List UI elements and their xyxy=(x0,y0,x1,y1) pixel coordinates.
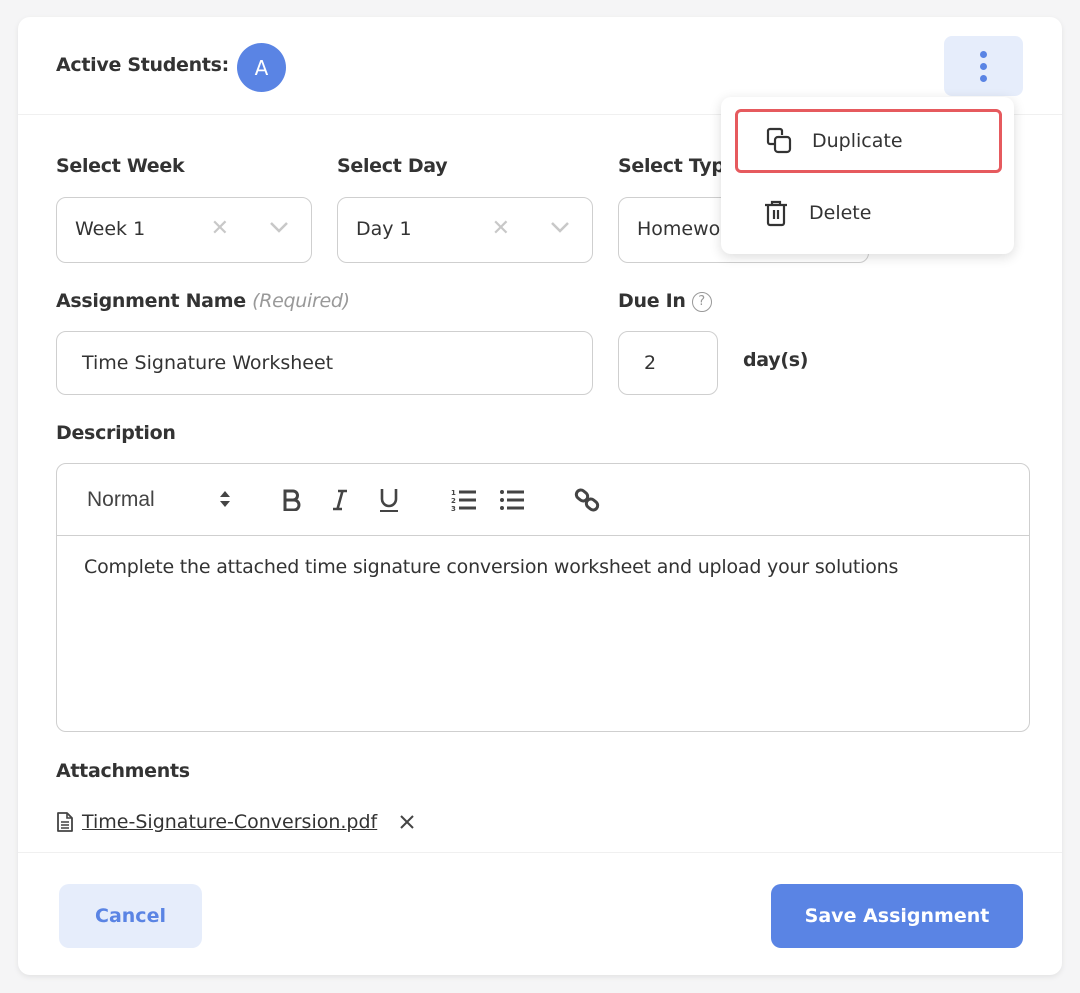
more-options-button[interactable] xyxy=(944,36,1023,96)
select-day-label: Select Day xyxy=(337,155,448,177)
select-day-value: Day 1 xyxy=(356,218,412,240)
bold-button[interactable] xyxy=(277,482,307,518)
trash-icon xyxy=(761,198,791,228)
save-assignment-button[interactable]: Save Assignment xyxy=(771,884,1023,948)
underline-button[interactable] xyxy=(374,482,404,518)
chevron-down-icon[interactable] xyxy=(550,220,570,234)
attachment-item: Time-Signature-Conversion.pdf xyxy=(56,807,415,837)
menu-item-delete-label: Delete xyxy=(809,202,872,224)
select-type-label: Select Type xyxy=(618,155,738,177)
editor-toolbar: Normal 1 2 3 xyxy=(57,464,1029,536)
due-in-label: Due In? xyxy=(618,290,712,312)
svg-text:2: 2 xyxy=(451,497,456,505)
cancel-button[interactable]: Cancel xyxy=(59,884,202,948)
ordered-list-icon: 1 2 3 xyxy=(451,489,476,512)
required-hint: (Required) xyxy=(252,290,350,312)
description-content[interactable]: Complete the attached time signature con… xyxy=(84,556,1009,578)
svg-text:3: 3 xyxy=(451,505,456,512)
link-icon xyxy=(574,488,600,512)
assignment-name-input[interactable]: Time Signature Worksheet xyxy=(56,331,593,395)
italic-icon xyxy=(333,489,347,511)
bullet-list-icon xyxy=(500,490,524,510)
due-in-unit: day(s) xyxy=(743,349,809,371)
ordered-list-button[interactable]: 1 2 3 xyxy=(449,482,479,518)
question-circle-icon[interactable]: ? xyxy=(691,292,712,312)
attachments-label: Attachments xyxy=(56,760,190,782)
assignment-name-label-text: Assignment Name xyxy=(56,290,246,312)
kebab-dot xyxy=(980,62,987,70)
select-week-value: Week 1 xyxy=(75,218,146,240)
clear-icon[interactable]: ✕ xyxy=(211,216,229,241)
description-editor[interactable]: Normal 1 2 3 Complete the attached time … xyxy=(56,463,1030,732)
menu-item-duplicate[interactable]: Duplicate xyxy=(735,109,1002,173)
format-select[interactable]: Normal xyxy=(87,482,237,518)
underline-icon xyxy=(380,489,398,512)
kebab-vertical-icon xyxy=(980,50,987,58)
kebab-dot xyxy=(980,74,987,82)
due-in-label-text: Due In xyxy=(618,290,686,312)
select-week-dropdown[interactable]: Week 1 ✕ xyxy=(56,197,312,263)
menu-item-duplicate-label: Duplicate xyxy=(812,130,903,152)
menu-item-delete[interactable]: Delete xyxy=(735,181,1002,245)
select-week-label: Select Week xyxy=(56,155,185,177)
clear-icon[interactable]: ✕ xyxy=(492,216,510,241)
svg-text:1: 1 xyxy=(451,489,456,497)
student-avatar[interactable]: A xyxy=(237,43,286,92)
copy-icon xyxy=(764,126,794,156)
assignment-name-label: Assignment Name (Required) xyxy=(56,290,350,312)
document-icon xyxy=(57,812,73,832)
active-students-label: Active Students: xyxy=(56,54,229,76)
description-label: Description xyxy=(56,422,176,444)
sort-arrows-icon xyxy=(220,491,230,507)
card-footer: Cancel Save Assignment xyxy=(18,852,1062,975)
chevron-down-icon[interactable] xyxy=(269,220,289,234)
link-button[interactable] xyxy=(572,482,602,518)
options-menu: Duplicate Delete xyxy=(721,97,1014,254)
due-in-input[interactable]: 2 xyxy=(618,331,718,395)
remove-attachment-icon[interactable] xyxy=(399,814,415,830)
bullet-list-button[interactable] xyxy=(497,482,527,518)
avatar-initial: A xyxy=(254,55,269,80)
attachment-link[interactable]: Time-Signature-Conversion.pdf xyxy=(82,811,377,833)
italic-button[interactable] xyxy=(325,482,355,518)
select-day-dropdown[interactable]: Day 1 ✕ xyxy=(337,197,593,263)
bold-icon xyxy=(283,489,301,511)
format-select-value: Normal xyxy=(87,488,155,511)
